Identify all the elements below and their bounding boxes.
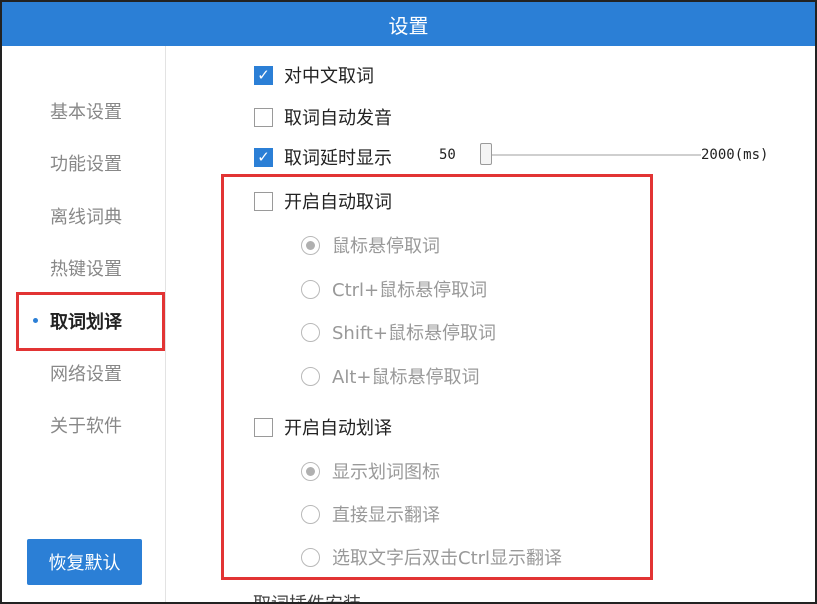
- radio-hover-lookup[interactable]: 鼠标悬停取词: [301, 232, 440, 258]
- restore-defaults-button[interactable]: 恢复默认: [27, 539, 142, 585]
- radio-label: Ctrl+鼠标悬停取词: [332, 280, 488, 301]
- auto-lookup-checkbox[interactable]: [254, 191, 273, 211]
- radio-label: Alt+鼠标悬停取词: [332, 367, 480, 388]
- option-auto-pronounce[interactable]: 取词自动发音: [254, 104, 392, 130]
- sidebar-item-label: 离线词典: [50, 207, 122, 228]
- sidebar-item-basic[interactable]: 基本设置: [2, 96, 166, 126]
- sidebar: 基本设置 功能设置 离线词典 热键设置 取词划译 网络设置 关于软件 恢复默认: [2, 46, 166, 602]
- delay-slider-track[interactable]: [483, 154, 701, 156]
- auto-pronounce-label: 取词自动发音: [284, 108, 392, 129]
- check-icon: ✓: [257, 147, 270, 166]
- radio-show-icon[interactable]: 显示划词图标: [301, 458, 440, 484]
- radio-button[interactable]: [301, 366, 320, 386]
- sidebar-item-hotkey[interactable]: 热键设置: [2, 253, 166, 283]
- radio-dot-icon: [306, 240, 315, 250]
- sidebar-item-label: 网络设置: [50, 364, 122, 385]
- radio-label: 直接显示翻译: [332, 505, 440, 526]
- sidebar-item-label: 关于软件: [50, 416, 122, 437]
- delay-display-checkbox[interactable]: ✓: [254, 147, 273, 167]
- auto-translate-checkbox[interactable]: [254, 417, 273, 437]
- restore-defaults-label: 恢复默认: [48, 553, 121, 574]
- radio-direct-translate[interactable]: 直接显示翻译: [301, 501, 440, 527]
- title-bar: 设置: [2, 2, 815, 46]
- radio-alt-hover-lookup[interactable]: Alt+鼠标悬停取词: [301, 363, 479, 389]
- radio-label: 显示划词图标: [332, 462, 440, 483]
- chinese-lookup-label: 对中文取词: [284, 66, 374, 87]
- radio-button[interactable]: [301, 461, 320, 481]
- settings-content: ✓ 对中文取词 取词自动发音 ✓ 取词延时显示 50 2000(ms) 开启自动…: [167, 46, 815, 602]
- radio-button[interactable]: [301, 547, 320, 567]
- radio-shift-hover-lookup[interactable]: Shift+鼠标悬停取词: [301, 319, 496, 345]
- sidebar-highlight-box: [16, 292, 165, 351]
- chinese-lookup-checkbox[interactable]: ✓: [254, 65, 273, 85]
- slider-max-label: 2000(ms): [701, 147, 769, 163]
- settings-window: 设置 基本设置 功能设置 离线词典 热键设置 取词划译 网络设置 关于软件 恢复…: [0, 0, 817, 604]
- sidebar-item-label: 功能设置: [50, 154, 122, 175]
- option-chinese-lookup[interactable]: ✓ 对中文取词: [254, 62, 374, 88]
- delay-display-label: 取词延时显示: [284, 148, 392, 169]
- radio-label: 选取文字后双击Ctrl显示翻译: [332, 548, 563, 569]
- radio-label: 鼠标悬停取词: [332, 236, 440, 257]
- option-auto-translate[interactable]: 开启自动划译: [254, 414, 392, 440]
- radio-label: Shift+鼠标悬停取词: [332, 323, 496, 344]
- radio-button[interactable]: [301, 279, 320, 299]
- check-icon: ✓: [257, 65, 270, 84]
- next-section-heading: 取词插件安装: [253, 594, 361, 602]
- window-title: 设置: [388, 13, 429, 38]
- radio-dot-icon: [306, 466, 315, 476]
- sidebar-item-function[interactable]: 功能设置: [2, 148, 166, 178]
- radio-button[interactable]: [301, 322, 320, 342]
- auto-pronounce-checkbox[interactable]: [254, 107, 273, 127]
- radio-ctrl-hover-lookup[interactable]: Ctrl+鼠标悬停取词: [301, 276, 487, 302]
- sidebar-item-about[interactable]: 关于软件: [2, 410, 166, 440]
- slider-min-label: 50: [439, 147, 456, 163]
- auto-lookup-label: 开启自动取词: [284, 192, 392, 213]
- auto-translate-label: 开启自动划译: [284, 418, 392, 439]
- sidebar-item-network[interactable]: 网络设置: [2, 358, 166, 388]
- radio-double-ctrl[interactable]: 选取文字后双击Ctrl显示翻译: [301, 544, 562, 570]
- option-auto-lookup[interactable]: 开启自动取词: [254, 188, 392, 214]
- sidebar-item-label: 热键设置: [50, 259, 122, 280]
- sidebar-item-offline-dict[interactable]: 离线词典: [2, 201, 166, 231]
- radio-button[interactable]: [301, 504, 320, 524]
- sidebar-item-label: 基本设置: [50, 102, 122, 123]
- delay-slider-thumb[interactable]: [480, 143, 492, 165]
- option-delay-display[interactable]: ✓ 取词延时显示: [254, 144, 392, 170]
- radio-button[interactable]: [301, 235, 320, 255]
